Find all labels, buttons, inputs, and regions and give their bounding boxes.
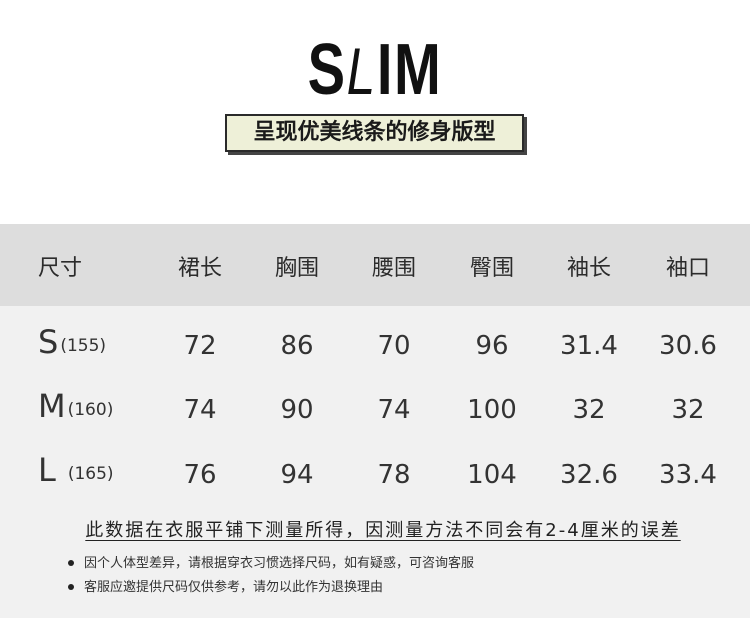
logo-text-s: S	[307, 30, 347, 110]
table-cell: 32.6	[560, 460, 618, 490]
table-cell: 104	[467, 460, 517, 490]
size-height-code: (155)	[60, 336, 107, 356]
bullet-dot-icon	[68, 559, 74, 566]
table-cell: 94	[280, 460, 314, 490]
header-bust: 胸围	[274, 256, 319, 281]
logo-text-im: IM	[376, 30, 443, 110]
table-cell: 86	[280, 331, 314, 361]
table-cell: 33.4	[659, 460, 717, 490]
measurement-note: 此数据在衣服平铺下测量所得，因测量方法不同会有2-4厘米的误差	[85, 520, 681, 541]
size-height-code: (165)	[67, 464, 114, 484]
size-height-code: (160)	[67, 400, 114, 420]
table-cell: 90	[280, 395, 314, 425]
table-cell: 72	[183, 331, 217, 361]
table-cell: 100	[467, 395, 517, 425]
table-cell: 76	[183, 460, 217, 490]
note-text: 客服应邀提供尺码仅供参考，请勿以此作为退换理由	[84, 580, 384, 595]
bullet-dot-icon	[68, 583, 74, 590]
table-cell: 74	[377, 395, 411, 425]
size-letter: M	[38, 387, 66, 425]
table-row-size-m: M (160)	[38, 374, 113, 438]
table-row-size-s: S (155)	[38, 310, 106, 374]
size-letter: S	[38, 323, 59, 361]
logo-text-slash: L	[346, 34, 377, 108]
table-row-size-l: L (165)	[38, 438, 114, 502]
note-text: 因个人体型差异，请根据穿衣习惯选择尺码，如有疑惑，可咨询客服	[84, 556, 475, 571]
header-waist: 腰围	[371, 256, 416, 281]
list-item: 因个人体型差异，请根据穿衣习惯选择尺码，如有疑惑，可咨询客服	[68, 552, 474, 571]
slim-logo: SLIM	[83, 32, 668, 109]
table-cell: 31.4	[560, 331, 618, 361]
table-cell: 78	[377, 460, 411, 490]
size-letter: L	[38, 451, 56, 489]
table-cell: 32	[671, 395, 705, 425]
list-item: 客服应邀提供尺码仅供参考，请勿以此作为退换理由	[68, 576, 383, 595]
header-cuff: 袖口	[665, 256, 710, 281]
table-cell: 30.6	[659, 331, 717, 361]
header-size: 尺寸	[38, 256, 83, 281]
size-chart-page: SLIM 呈现优美线条的修身版型 尺寸 裙长 胸围 腰围 臀围 袖长 袖口 S(…	[0, 0, 750, 640]
header-sleeve-length: 袖长	[566, 256, 611, 281]
table-cell: 96	[475, 331, 509, 361]
table-cell: 70	[377, 331, 411, 361]
header-skirt-length: 裙长	[177, 256, 222, 281]
table-cell: 74	[183, 395, 217, 425]
header-hip: 臀围	[469, 256, 514, 281]
table-cell: 32	[572, 395, 606, 425]
tagline-banner: 呈现优美线条的修身版型	[225, 114, 524, 152]
